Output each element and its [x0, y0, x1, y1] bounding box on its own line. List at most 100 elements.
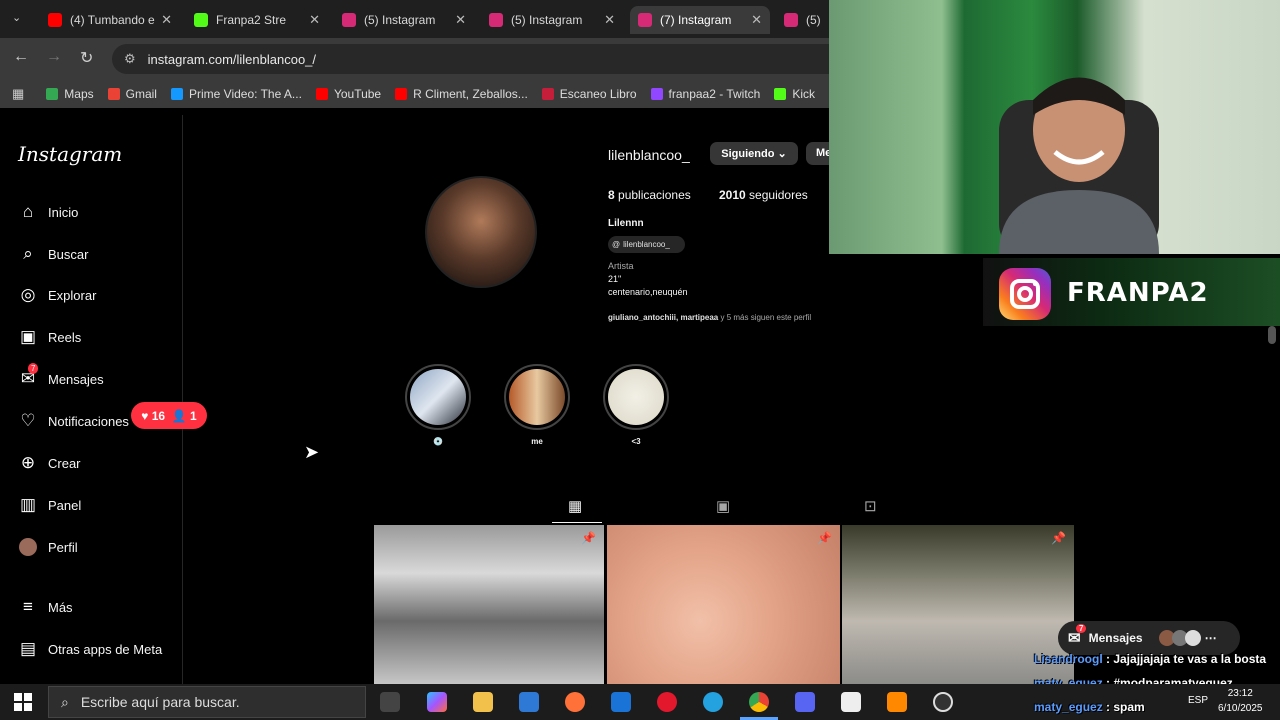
nav-perfil[interactable]: Perfil [18, 537, 78, 557]
profile-avatar-icon [18, 537, 38, 557]
compass-icon: ◎ [20, 285, 36, 304]
bookmark-item[interactable]: franpaa2 - Twitch [650, 87, 761, 101]
followers-stat[interactable]: 2010 seguidores [719, 188, 808, 202]
apps-grid-icon[interactable]: ▦ [12, 86, 24, 102]
tab-title: (5) Instagram [511, 13, 583, 27]
vlc-icon[interactable] [887, 692, 907, 712]
messages-popup-badge: 7 [1076, 624, 1087, 633]
firefox-icon[interactable] [565, 692, 585, 712]
store-icon[interactable] [519, 692, 539, 712]
reload-icon[interactable]: ↻ [80, 48, 93, 68]
url-field[interactable]: ⚙ instagram.com/lilenblancoo_/ [112, 44, 829, 74]
bookmark-label: franpaa2 - Twitch [668, 87, 761, 101]
taskbar-search-input[interactable]: ⌕ Escribe aquí para buscar. [48, 686, 366, 718]
bookmark-item[interactable]: Escaneo Libro [541, 87, 637, 101]
edge-icon[interactable] [703, 692, 723, 712]
chrome-icon[interactable] [749, 692, 769, 712]
highlight-3[interactable]: <3 [603, 364, 669, 446]
close-tab-icon[interactable]: ✕ [455, 12, 466, 28]
close-tab-icon[interactable]: ✕ [309, 12, 320, 28]
bookmark-icon [650, 88, 663, 100]
nav-notificaciones[interactable]: ♡ Notificaciones [18, 411, 129, 431]
close-tab-icon[interactable]: ✕ [604, 12, 615, 28]
browser-tab[interactable]: (5) I [776, 6, 829, 34]
browser-tab[interactable]: Franpa2 Stre ✕ [186, 6, 328, 34]
hamburger-menu-icon: ≡ [23, 597, 33, 616]
browser-tab[interactable]: (5) Instagram ✕ [334, 6, 474, 34]
outlook-icon[interactable] [611, 692, 631, 712]
threads-badge[interactable]: @ lilenblancoo_ [608, 236, 685, 253]
nav-panel[interactable]: ▥ Panel [18, 495, 81, 515]
obs-icon[interactable] [933, 692, 953, 712]
posts-stat: 8 publicaciones [608, 188, 691, 202]
post-tile[interactable]: 📌 [607, 525, 840, 685]
nav-mensajes[interactable]: ✉ 7 Mensajes [18, 363, 104, 389]
bookmark-icon [395, 88, 408, 100]
nav-reels-label: Reels [48, 329, 82, 345]
posts-grid-tab-icon[interactable]: ▦ [568, 497, 582, 515]
forward-arrow-icon[interactable]: → [46, 48, 62, 66]
instagram-messages-popup[interactable]: ✉ 7 Mensajes ⋯ [1058, 621, 1240, 655]
close-tab-icon[interactable]: ✕ [751, 12, 762, 28]
follows-count: 1 [190, 408, 197, 423]
page-scrollbar[interactable] [1268, 326, 1276, 344]
browser-tab[interactable]: (5) Instagram ✕ [481, 6, 623, 34]
instagram-logo[interactable]: Instagram [18, 142, 122, 166]
bar-chart-icon: ▥ [19, 495, 37, 514]
notifications-summary-pill[interactable]: ♥ 16 👤 1 [131, 402, 207, 429]
chat-user: maty_eguez [1034, 700, 1103, 714]
bookmark-item[interactable]: R Climent, Zeballos... [395, 87, 528, 101]
highlight-1-label: 💿 [433, 437, 443, 446]
copilot-icon[interactable] [427, 692, 447, 712]
windows-start-icon[interactable] [14, 693, 32, 711]
nav-notificaciones-label: Notificaciones [48, 413, 129, 429]
task-view-icon[interactable] [380, 692, 400, 712]
following-button[interactable]: Siguiendo ⌄ [710, 142, 798, 165]
bookmark-item[interactable]: Maps [46, 87, 94, 101]
heart-filled-icon: ♥ [141, 408, 149, 423]
file-explorer-icon[interactable] [473, 692, 493, 712]
site-settings-icon[interactable]: ⚙ [124, 51, 136, 67]
nav-reels[interactable]: ▣ Reels [18, 327, 81, 347]
bookmark-icon [315, 88, 328, 100]
posts-label: publicaciones [618, 188, 691, 202]
bookmark-item[interactable]: Prime Video: The A... [170, 87, 302, 101]
highlight-1[interactable]: 💿 [405, 364, 471, 446]
nav-crear[interactable]: ⊕ Crear [18, 453, 81, 473]
home-icon: ⌂ [22, 202, 34, 221]
browser-tab[interactable]: (4) Tumbando el ✕ [40, 6, 180, 34]
profile-avatar[interactable] [425, 176, 537, 288]
capcut-icon[interactable] [841, 692, 861, 712]
nav-mas[interactable]: ≡ Más [18, 597, 73, 617]
input-language[interactable]: ESP [1188, 695, 1208, 706]
nav-inicio[interactable]: ⌂ Inicio [18, 202, 79, 222]
discord-icon[interactable] [795, 692, 815, 712]
tagged-tab-icon[interactable]: ⊡ [864, 497, 877, 515]
followed-by-text[interactable]: giuliano_antochiii, martipeaa y 5 más si… [608, 313, 811, 322]
active-tab-indicator [552, 522, 602, 523]
message-button[interactable]: Me [806, 142, 829, 165]
bookmark-item[interactable]: Kick [774, 87, 815, 101]
opera-icon[interactable] [657, 692, 677, 712]
nav-explorar[interactable]: ◎ Explorar [18, 285, 97, 305]
nav-otras-apps[interactable]: ▤ Otras apps de Meta [18, 639, 162, 659]
reels-tab-icon[interactable]: ▣ [716, 497, 730, 515]
bookmark-item[interactable]: YouTube [315, 87, 382, 101]
post-tile[interactable]: 📌 [374, 525, 604, 685]
address-bar-row: ← → ↻ ⚙ instagram.com/lilenblancoo_/ [0, 38, 829, 80]
bookmark-label: YouTube [333, 87, 382, 101]
meta-apps-icon: ▤ [19, 639, 37, 658]
search-icon: ⌕ [23, 244, 33, 263]
taskbar-search-placeholder: Escribe aquí para buscar. [80, 694, 240, 710]
nav-inicio-label: Inicio [48, 204, 79, 220]
banner-name: FRANPA2 [1067, 278, 1209, 308]
nav-perfil-label: Perfil [48, 539, 78, 555]
close-tab-icon[interactable]: ✕ [161, 12, 172, 28]
bookmark-item[interactable]: Gmail [107, 87, 157, 101]
tab-list-chevron-icon[interactable]: ⌄ [12, 11, 21, 24]
browser-tab[interactable]: (7) Instagram ✕ [630, 6, 770, 34]
highlight-2[interactable]: me [504, 364, 570, 446]
back-arrow-icon[interactable]: ← [13, 48, 29, 66]
taskbar-clock[interactable]: 23:12 6/10/2025 [1218, 686, 1263, 716]
nav-buscar[interactable]: ⌕ Buscar [18, 244, 88, 264]
